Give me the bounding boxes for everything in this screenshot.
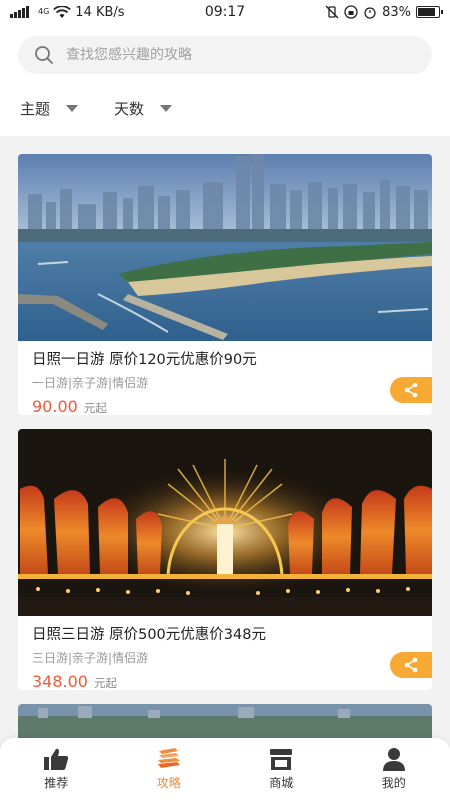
status-time: 09:17 <box>204 4 246 20</box>
battery-percent: 83% <box>382 4 411 20</box>
card-title: 日照一日游 原价120元优惠价90元 <box>32 352 257 368</box>
nav-store-label: 商城 <box>269 776 294 790</box>
price-row: 348.00 元起 <box>32 672 418 690</box>
vibrate-icon <box>325 5 339 19</box>
top-area: 主题 天数 <box>0 24 450 136</box>
nav-mine[interactable]: 我的 <box>338 738 450 800</box>
lock-rotation-icon <box>344 5 358 19</box>
nav-mine-label: 我的 <box>381 776 406 790</box>
card-price-unit: 元起 <box>93 676 117 690</box>
person-icon <box>382 748 405 771</box>
status-left: 4G 14 KB/s <box>10 5 170 20</box>
card-image-night-show <box>18 429 432 616</box>
search-box[interactable] <box>18 36 432 74</box>
guide-card[interactable]: 日照三日游 原价500元优惠价348元 三日游|亲子游|情侣游 348.00 元… <box>18 429 432 690</box>
card-title: 日照三日游 原价500元优惠价348元 <box>32 627 266 643</box>
signal-icon <box>10 6 29 18</box>
share-button[interactable] <box>390 377 432 403</box>
nav-guide-label: 攻略 <box>156 776 181 790</box>
caret-down-icon <box>160 105 173 112</box>
card-image-coastal-city <box>18 154 432 341</box>
store-icon <box>270 749 293 770</box>
filter-theme-label: 主题 <box>20 100 51 118</box>
thumbs-up-icon <box>44 748 69 770</box>
card-body: 日照一日游 原价120元优惠价90元 一日游|亲子游|情侣游 90.00 元起 <box>18 341 432 415</box>
search-icon <box>35 46 53 64</box>
nav-recommend[interactable]: 推荐 <box>0 738 113 800</box>
filter-days[interactable]: 天数 <box>114 98 173 119</box>
share-icon <box>404 657 418 673</box>
price-row: 90.00 元起 <box>32 397 418 415</box>
battery-icon <box>416 6 443 18</box>
bottom-nav: 推荐 攻略 商城 我的 <box>0 738 450 800</box>
card-body: 日照三日游 原价500元优惠价348元 三日游|亲子游|情侣游 348.00 元… <box>18 616 432 690</box>
filter-theme[interactable]: 主题 <box>20 98 79 119</box>
wifi-icon <box>53 5 72 18</box>
share-button[interactable] <box>390 652 432 678</box>
status-bar: 4G 14 KB/s 09:17 83% <box>0 0 450 24</box>
network-speed: 14 KB/s <box>75 4 125 20</box>
card-price: 348.00 <box>32 672 88 690</box>
card-price: 90.00 <box>32 397 78 415</box>
nav-store[interactable]: 商城 <box>225 738 338 800</box>
filter-days-label: 天数 <box>114 100 145 118</box>
nav-recommend-label: 推荐 <box>44 776 69 790</box>
guide-list: 日照一日游 原价120元优惠价90元 一日游|亲子游|情侣游 90.00 元起 <box>18 154 432 744</box>
caret-down-icon <box>66 105 79 112</box>
guide-card[interactable]: 日照一日游 原价120元优惠价90元 一日游|亲子游|情侣游 90.00 元起 <box>18 154 432 415</box>
battery-fill <box>418 8 435 16</box>
alarm-icon <box>364 7 376 19</box>
share-icon <box>404 382 418 398</box>
search-input[interactable] <box>66 47 386 63</box>
nav-guide[interactable]: 攻略 <box>113 738 226 800</box>
status-right: 83% <box>280 4 443 20</box>
signal-text: 4G <box>38 7 50 16</box>
card-tags: 一日游|亲子游|情侣游 <box>32 376 149 390</box>
card-price-unit: 元起 <box>83 401 107 415</box>
card-tags: 三日游|亲子游|情侣游 <box>32 651 149 665</box>
filters: 主题 天数 <box>20 98 173 119</box>
books-icon <box>157 748 180 768</box>
